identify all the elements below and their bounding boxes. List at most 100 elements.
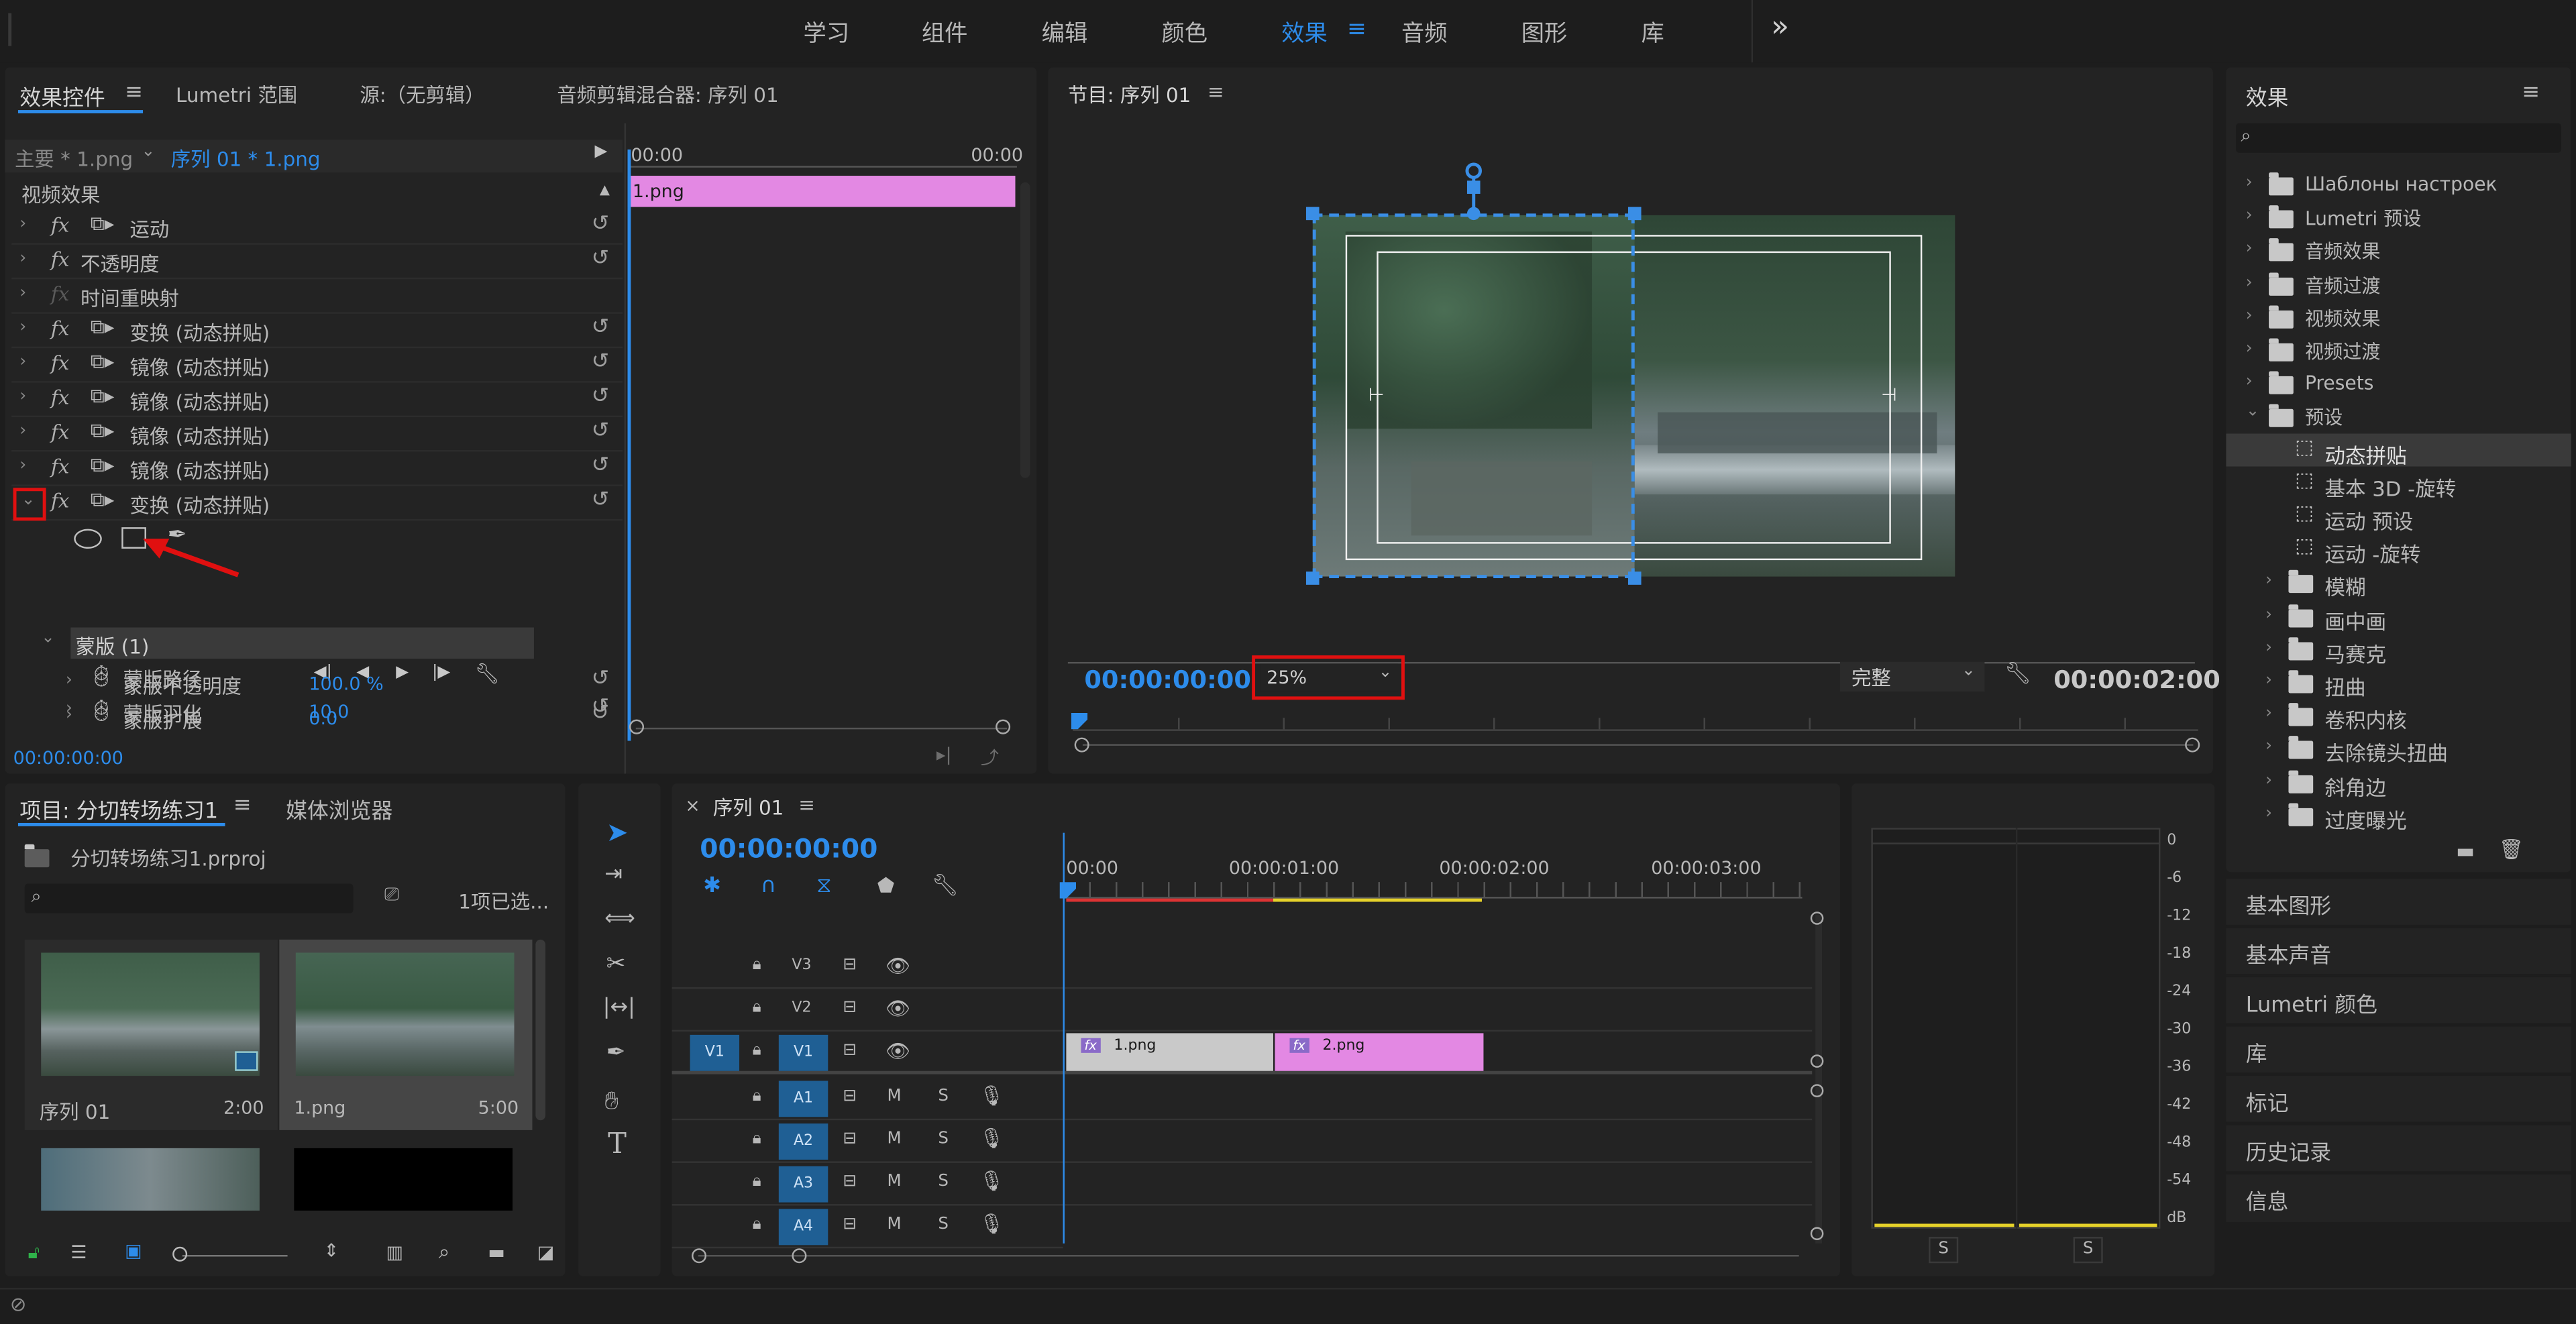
timeline-title[interactable]: 序列 01 — [713, 793, 784, 822]
workspace-tab-audio[interactable]: 音频 — [1401, 16, 1448, 49]
find-icon[interactable]: ⌕ — [439, 1240, 449, 1265]
tab-audio-clip-mixer[interactable]: 音频剪辑混合器: 序列 01 — [557, 80, 779, 109]
fx-icon[interactable]: fx — [51, 421, 69, 443]
collapse-chevron-icon[interactable]: ⌄ — [41, 629, 55, 647]
linked-selection-icon[interactable]: ⧖ — [816, 874, 831, 899]
ec-scroll-handle[interactable] — [996, 719, 1011, 734]
workspace-tab-color[interactable]: 颜色 — [1161, 16, 1208, 49]
solo-button[interactable]: S — [938, 1173, 949, 1191]
section-markers[interactable]: 标记 — [2226, 1076, 2571, 1124]
timeline-hscroll[interactable] — [698, 1255, 1799, 1257]
fx-icon[interactable]: fx — [51, 317, 69, 340]
effect-row-motion[interactable]: › fx ⧉▸ 运动 ↺ — [11, 210, 623, 245]
expand-chevron-icon[interactable]: › — [19, 215, 26, 233]
lock-icon[interactable]: 🔒︎ — [753, 1173, 761, 1191]
timeline-timecode[interactable]: 00:00:00:00 — [700, 833, 877, 865]
effects-tree-item[interactable]: › 模糊 — [2226, 565, 2571, 600]
section-history[interactable]: 历史记录 — [2226, 1125, 2571, 1173]
workspace-tab-graphics[interactable]: 图形 — [1521, 16, 1568, 49]
effects-tree-item[interactable]: ⬚ 动态拼贴 — [2226, 433, 2571, 467]
workspace-tab-learn[interactable]: 学习 — [804, 16, 850, 49]
solo-right-button[interactable]: S — [2073, 1237, 2103, 1264]
tab-project[interactable]: 项目: 分切转场练习1 — [19, 793, 218, 825]
icon-view-icon[interactable]: ▣ — [125, 1240, 142, 1262]
clip-2png[interactable]: fx 2.png — [1275, 1033, 1484, 1071]
project-scrollbar[interactable] — [535, 939, 546, 1121]
stopwatch-icon[interactable]: ⏱ — [94, 703, 109, 728]
vscroll-handle[interactable] — [1810, 912, 1824, 925]
effect-row-transform-2[interactable]: ⌄ fx ⧉▸ 变换 (动态拼贴) ↺ — [11, 486, 623, 521]
effects-tree-item[interactable]: › 斜角边 — [2226, 765, 2571, 799]
microphone-icon[interactable]: 🎙︎ — [979, 1127, 1004, 1150]
master-clip-label[interactable]: 主要 * 1.png — [15, 145, 133, 173]
sort-icon[interactable]: ⇕ — [323, 1240, 339, 1262]
background-process-icon[interactable]: ⊘ — [10, 1292, 27, 1315]
mask-handle[interactable] — [1305, 571, 1320, 585]
expand-chevron-icon[interactable]: › — [2265, 606, 2272, 624]
effects-search-input[interactable]: ⌕ — [2236, 123, 2561, 153]
reset-icon[interactable]: ↺ — [592, 453, 610, 478]
reset-icon[interactable]: ↺ — [592, 667, 610, 692]
solo-left-button[interactable]: S — [1929, 1237, 1959, 1264]
effects-tree-item[interactable]: › 过度曝光 — [2226, 798, 2571, 832]
program-zoom-handle[interactable] — [1074, 737, 1089, 753]
pen-tool-icon[interactable]: ✒ — [606, 1040, 626, 1066]
section-essential-graphics[interactable]: 基本图形 — [2226, 879, 2571, 927]
vscroll-handle[interactable] — [1810, 1227, 1824, 1240]
tab-lumetri-scopes[interactable]: Lumetri 范围 — [176, 80, 297, 109]
fx-icon[interactable]: fx — [51, 248, 69, 271]
track-target[interactable]: A3 — [778, 1166, 828, 1203]
expand-chevron-icon[interactable]: › — [66, 706, 72, 724]
vscroll-handle[interactable] — [1810, 1054, 1824, 1068]
quality-select[interactable]: 完整 ⌄ — [1839, 661, 1985, 692]
type-tool-icon[interactable]: T — [608, 1128, 627, 1161]
lock-icon[interactable]: 🔒︎ — [753, 1042, 761, 1060]
sequence-clip-label[interactable]: 序列 01 * 1.png — [171, 145, 321, 173]
trash-icon[interactable]: 🗑︎ — [2499, 838, 2524, 861]
effects-tree-item[interactable]: › 音频过渡 — [2226, 267, 2571, 300]
zoom-slider-knob[interactable] — [172, 1246, 188, 1262]
reset-icon[interactable]: ↺ — [592, 246, 610, 271]
sync-lock-icon[interactable]: ⊟ — [843, 956, 857, 974]
chevron-down-icon[interactable]: ⌄ — [142, 143, 156, 161]
reset-icon[interactable]: ↺ — [592, 350, 610, 375]
microphone-icon[interactable]: 🎙︎ — [979, 1212, 1004, 1235]
lock-icon[interactable]: 🔒︎ — [753, 1087, 761, 1105]
source-patch-v1[interactable]: V1 — [690, 1034, 740, 1071]
effect-row-opacity[interactable]: › fx 不透明度 ↺ — [11, 245, 623, 280]
expand-chevron-icon[interactable]: › — [2246, 174, 2253, 192]
section-essential-sound[interactable]: 基本声音 — [2226, 928, 2571, 976]
lock-icon[interactable]: 🔒︎ — [753, 956, 761, 974]
ec-scrollbar[interactable] — [635, 727, 1008, 730]
zoom-slider-track[interactable] — [182, 1255, 288, 1257]
track-label[interactable]: V3 — [792, 958, 811, 974]
effect-row-mirror-2[interactable]: › fx ⧉▸ 镜像 (动态拼贴) ↺ — [11, 383, 623, 418]
lock-icon[interactable]: 🔓︎ — [28, 1242, 40, 1264]
track-target-v1[interactable]: V1 — [778, 1034, 828, 1071]
project-item-sequence[interactable]: 序列 01 2:00 — [24, 939, 278, 1130]
sync-lock-icon[interactable]: ⊟ — [843, 999, 857, 1017]
fx-icon[interactable]: fx — [51, 455, 69, 478]
track-target[interactable]: A2 — [778, 1123, 828, 1160]
reset-icon[interactable]: ↺ — [592, 702, 610, 726]
lock-icon[interactable]: 🔒︎ — [753, 1130, 761, 1148]
expand-chevron-icon[interactable]: › — [2246, 241, 2253, 259]
ellipse-mask-icon[interactable] — [74, 529, 102, 549]
more-workspaces-icon[interactable]: » — [1771, 10, 1789, 44]
workspace-tab-effects[interactable]: 效果 — [1281, 16, 1328, 49]
effects-tree-item[interactable]: › 卷积内核 — [2226, 698, 2571, 733]
project-search-input[interactable]: ⌕ — [24, 883, 354, 914]
panel-menu-icon[interactable]: ≡ — [125, 80, 143, 105]
workspace-tab-editing[interactable]: 编辑 — [1042, 16, 1088, 49]
mask-expansion-value[interactable]: 0.0 — [309, 708, 337, 730]
eye-icon[interactable]: 👁︎ — [885, 1040, 910, 1062]
timeline-vscroll[interactable] — [1815, 915, 1822, 1244]
expand-chevron-icon[interactable]: › — [19, 388, 26, 406]
program-zoom-handle[interactable] — [2185, 737, 2200, 753]
mask-rotate-handle[interactable] — [1465, 162, 1482, 179]
eye-icon[interactable]: 👁︎ — [885, 954, 910, 977]
vscroll-handle[interactable] — [1810, 1084, 1824, 1097]
expand-chevron-icon[interactable]: › — [2265, 738, 2272, 757]
tab-source[interactable]: 源:（无剪辑） — [360, 80, 484, 109]
solo-button[interactable]: S — [938, 1130, 949, 1148]
